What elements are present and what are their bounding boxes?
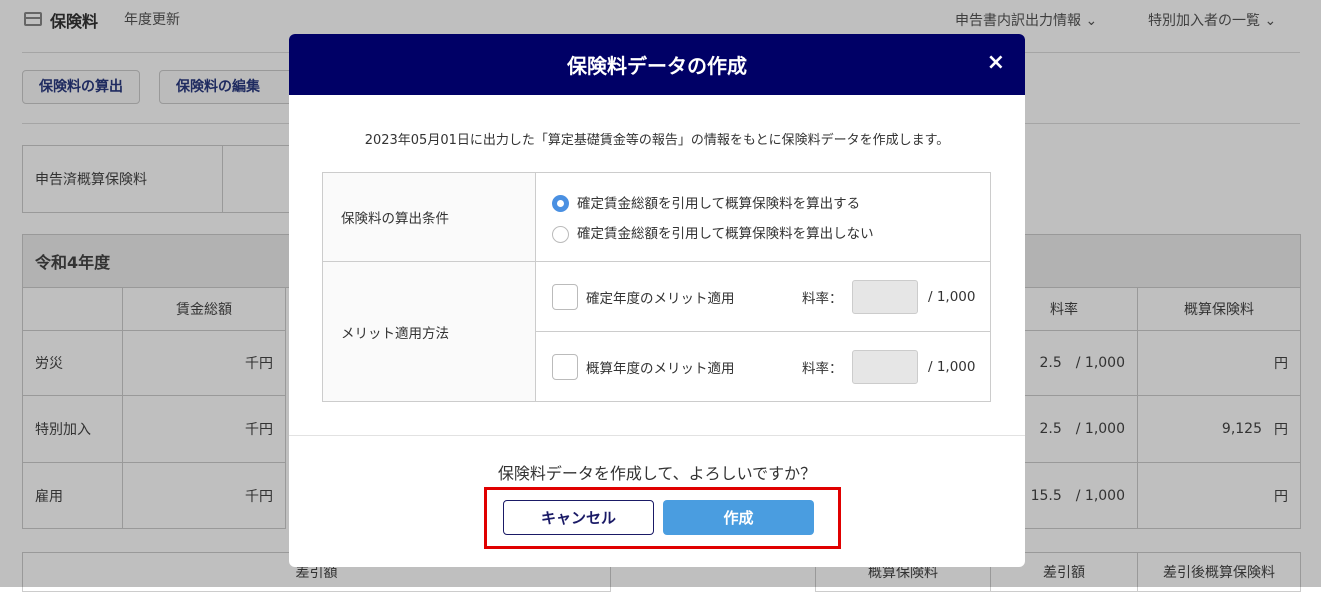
merit-method-label: メリット適用方法: [322, 261, 536, 402]
rate-label: 料率：: [802, 290, 843, 307]
confirm-question: 保険料データを作成して、よろしいですか？: [497, 464, 817, 483]
radio-unselected-icon: [552, 225, 569, 243]
radio-quote-wage[interactable]: 確定賃金総額を引用して概算保険料を算出する: [552, 192, 861, 212]
rate-denominator: / 1,000: [928, 288, 976, 305]
footer-divider: [289, 435, 1025, 436]
merit-estimate-checkbox[interactable]: [552, 353, 578, 380]
radio-selected-icon: [552, 195, 569, 212]
calc-condition-options: 確定賃金総額を引用して概算保険料を算出する 確定賃金総額を引用して概算保険料を算…: [535, 172, 991, 262]
merit-estimate-rate-input[interactable]: [852, 349, 918, 384]
merit-confirmed-row: 確定年度のメリット適用 料率： / 1,000: [535, 261, 991, 332]
dialog-header: 保険料データの作成 ×: [289, 34, 1025, 95]
dialog-description: 2023年05月01日に出力した「算定基礎賃金等の報告」の情報をもとに保険料デー…: [364, 133, 950, 148]
checkbox-label: 確定年度のメリット適用: [586, 290, 735, 307]
dialog-title: 保険料データの作成: [567, 54, 747, 78]
close-icon[interactable]: ×: [987, 50, 1005, 75]
radio-label: 確定賃金総額を引用して概算保険料を算出する: [577, 195, 861, 212]
merit-estimate-row: 概算年度のメリット適用 料率： / 1,000: [535, 331, 991, 402]
checkbox-label: 概算年度のメリット適用: [586, 360, 735, 377]
radio-label: 確定賃金総額を引用して概算保険料を算出しない: [577, 226, 874, 242]
rate-denominator: / 1,000: [928, 358, 976, 375]
merit-confirmed-checkbox[interactable]: [552, 283, 578, 310]
calc-condition-label: 保険料の算出条件: [322, 172, 536, 262]
rate-label: 料率：: [802, 360, 843, 377]
highlight-box: [484, 487, 841, 549]
radio-not-quote-wage[interactable]: 確定賃金総額を引用して概算保険料を算出しない: [552, 222, 874, 243]
merit-confirmed-rate-input[interactable]: [852, 279, 918, 314]
